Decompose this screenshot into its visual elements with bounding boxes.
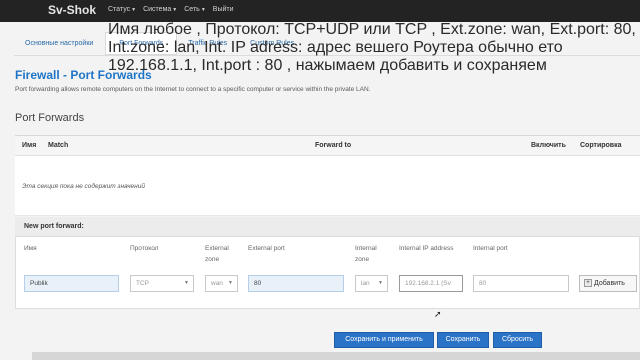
label-ext-zone: External zone	[205, 245, 229, 263]
int-zone-select[interactable]: lan ▼	[355, 275, 388, 292]
ext-zone-value: wan	[211, 280, 223, 287]
nav-status[interactable]: Статус▼	[108, 6, 143, 13]
new-forward-title: New port forward:	[24, 223, 84, 230]
tab-general-settings[interactable]: Основные настройки	[14, 32, 105, 55]
select-arrow-icon: ▼	[228, 280, 233, 286]
col-name: Имя	[22, 142, 37, 149]
add-button[interactable]: + Добавить	[579, 275, 637, 292]
mouse-cursor-icon: ➚	[434, 309, 442, 319]
int-port-input[interactable]: 80	[473, 275, 569, 292]
int-ip-value: 192.168.2.1 (Sv	[405, 280, 451, 287]
select-arrow-icon: ▼	[378, 280, 383, 286]
protocol-select[interactable]: TCP ▼	[130, 275, 194, 292]
empty-message: Эта секция пока не содержит значений	[22, 183, 145, 190]
label-name: Имя	[24, 245, 37, 252]
col-match: Match	[48, 142, 69, 149]
label-int-port: Internal port	[473, 245, 508, 252]
section-title: Port Forwards	[15, 112, 85, 124]
reset-button[interactable]: Сбросить	[493, 332, 542, 348]
brand-logo[interactable]: Sv-Shok	[48, 3, 96, 17]
label-int-zone: Internal zone	[355, 245, 377, 263]
ext-port-input[interactable]: 80	[248, 275, 344, 292]
protocol-value: TCP	[136, 280, 149, 287]
caret-down-icon: ▼	[131, 7, 137, 13]
add-button-label: Добавить	[594, 279, 625, 287]
col-forward-to: Forward to	[315, 142, 352, 149]
caret-down-icon: ▼	[172, 7, 178, 13]
add-icon: +	[584, 279, 592, 287]
new-forward-header	[15, 217, 640, 237]
page-title: Firewall - Port Forwards	[15, 68, 152, 82]
col-sort: Сортировка	[580, 142, 622, 149]
instruction-caption: Имя любое , Протокол: TCP+UDP или TCP , …	[108, 21, 636, 74]
ext-zone-select[interactable]: wan ▼	[205, 275, 238, 292]
save-button[interactable]: Сохранить	[437, 332, 489, 348]
nav-network[interactable]: Сеть▼	[184, 6, 213, 13]
table-header: Имя Match Forward to Включить Сортировка	[15, 136, 640, 156]
int-ip-select[interactable]: 192.168.2.1 (Sv	[399, 275, 463, 292]
int-zone-value: lan	[361, 280, 370, 287]
save-apply-button[interactable]: Сохранить и применить	[334, 332, 434, 348]
nav-logout[interactable]: Выйти	[213, 6, 241, 13]
caret-down-icon: ▼	[200, 7, 206, 13]
select-arrow-icon: ▼	[184, 280, 189, 286]
port-forwards-table: Имя Match Forward to Включить Сортировка	[15, 135, 640, 216]
col-enable: Включить	[531, 142, 566, 149]
page-description: Port forwarding allows remote computers …	[15, 86, 371, 93]
label-int-ip: Internal IP address	[399, 245, 454, 252]
label-protocol: Протокол	[130, 245, 159, 252]
nav-system[interactable]: Система▼	[143, 6, 184, 13]
label-ext-port: External port	[248, 245, 285, 252]
top-nav-menu: Статус▼ Система▼ Сеть▼ Выйти	[108, 6, 241, 13]
top-navbar: Sv-Shok Статус▼ Система▼ Сеть▼ Выйти	[0, 0, 640, 22]
name-input[interactable]: Publik	[24, 275, 119, 292]
horizontal-scrollbar[interactable]	[32, 352, 640, 360]
